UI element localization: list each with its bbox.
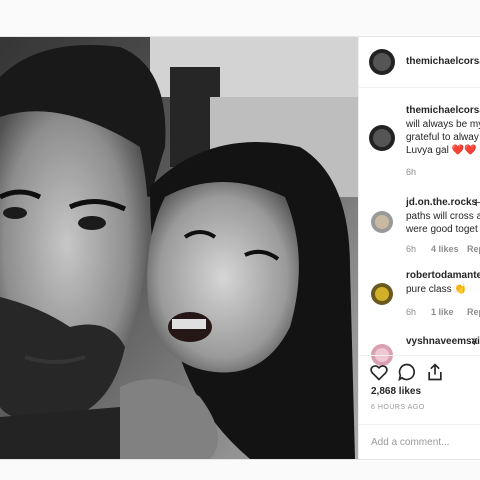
heart-icon[interactable] bbox=[369, 362, 389, 382]
caption-line-2: grateful to alway bbox=[406, 132, 479, 143]
likes-count[interactable]: 2,868 likes bbox=[371, 386, 421, 397]
comment-reply-button[interactable]: Rep bbox=[467, 307, 480, 317]
author-avatar[interactable] bbox=[369, 49, 395, 75]
post-header: themichaelcorsale bbox=[359, 37, 480, 88]
add-comment-field[interactable]: Add a comment... bbox=[359, 424, 480, 459]
caption-time: 6h bbox=[406, 167, 417, 177]
comment-line-1: Y bbox=[471, 337, 478, 348]
caption-avatar[interactable] bbox=[369, 125, 395, 151]
comment-time: 6h bbox=[406, 307, 417, 317]
caption-line-3: Luvya gal ❤️❤️ bbox=[406, 145, 477, 156]
comment-reply-button[interactable]: Rep bbox=[467, 244, 480, 254]
share-icon[interactable] bbox=[425, 362, 445, 382]
comment-likes[interactable]: 1 like bbox=[431, 307, 454, 317]
comment-line-1: pure class 👏 bbox=[406, 284, 467, 295]
caption-line-1: will always be my bbox=[406, 119, 480, 130]
comment-line-2: paths will cross a bbox=[406, 211, 480, 222]
comment-username[interactable]: jd.on.the.rocks bbox=[406, 197, 477, 208]
comment-icon[interactable] bbox=[397, 362, 417, 382]
post-card: themichaelcorsale themichaelcorsale will… bbox=[0, 36, 480, 460]
post-photo[interactable] bbox=[0, 37, 358, 459]
caption-username[interactable]: themichaelcorsale bbox=[406, 105, 480, 116]
post-side-panel: themichaelcorsale themichaelcorsale will… bbox=[358, 37, 480, 459]
comment-username[interactable]: vyshnaveemsai bbox=[406, 336, 480, 347]
comment-avatar[interactable] bbox=[371, 283, 393, 305]
post-timestamp: 6 HOURS AGO bbox=[371, 404, 425, 411]
comment-avatar[interactable] bbox=[371, 211, 393, 233]
comment-likes[interactable]: 4 likes bbox=[431, 244, 459, 254]
comment-line-1: H bbox=[475, 197, 480, 210]
comment-username[interactable]: robertodamante bbox=[406, 270, 480, 281]
comment-time: 6h bbox=[406, 244, 417, 254]
post-actions: 2,868 likes 6 HOURS AGO Add a comment... bbox=[359, 355, 480, 459]
comment-line-3: were good toget bbox=[406, 224, 478, 235]
add-comment-placeholder: Add a comment... bbox=[371, 437, 450, 448]
author-username[interactable]: themichaelcorsale bbox=[406, 56, 480, 67]
